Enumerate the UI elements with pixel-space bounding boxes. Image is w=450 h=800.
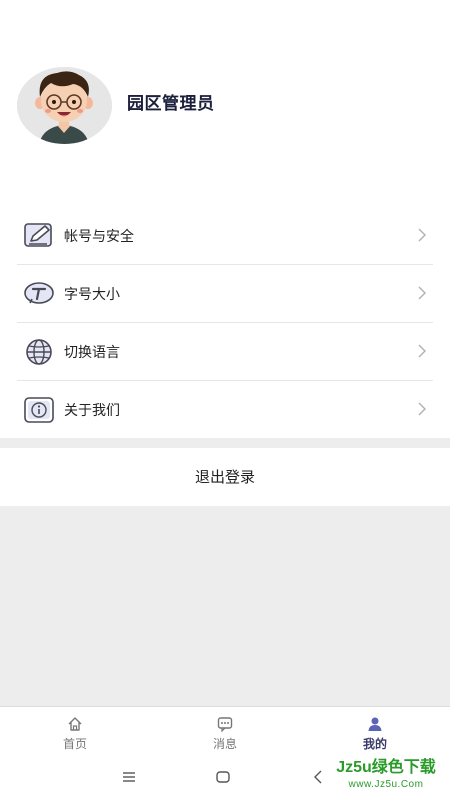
home-icon	[68, 717, 82, 731]
info-icon	[24, 397, 54, 423]
tab-messages[interactable]: 消息	[150, 707, 300, 756]
edit-icon	[24, 223, 52, 247]
menu-item-label: 帐号与安全	[64, 229, 134, 245]
logout-button[interactable]: 退出登录	[0, 448, 450, 506]
back-icon[interactable]	[311, 768, 325, 786]
chevron-right-icon	[418, 344, 426, 358]
chevron-right-icon	[418, 286, 426, 300]
font-size-icon	[24, 282, 54, 304]
message-icon	[217, 717, 233, 732]
menu-item-label: 字号大小	[64, 287, 120, 303]
menu-item-account-security[interactable]: 帐号与安全	[17, 207, 433, 265]
menu-item-label: 切换语言	[64, 345, 120, 361]
menu-icon[interactable]	[121, 768, 137, 786]
username: 园区管理员	[127, 94, 215, 114]
avatar[interactable]	[17, 67, 112, 144]
menu-item-language[interactable]: 切换语言	[17, 323, 433, 381]
tab-label: 首页	[62, 737, 87, 751]
bottom-tab-bar: 首页 消息 我的	[0, 706, 450, 756]
tab-mine[interactable]: 我的	[300, 707, 450, 756]
chevron-right-icon	[418, 402, 426, 416]
menu-item-about-us[interactable]: 关于我们	[17, 381, 433, 439]
tab-label: 消息	[212, 737, 237, 751]
watermark: Jz5u绿色下载 www.Jz5u.Com	[330, 758, 442, 796]
settings-menu: 帐号与安全 字号大小 切换语言 关于我们	[0, 207, 450, 439]
empty-area	[0, 506, 450, 706]
menu-item-label: 关于我们	[64, 403, 120, 419]
chevron-right-icon	[418, 228, 426, 242]
home-button-icon[interactable]	[215, 768, 231, 786]
profile-header: 园区管理员	[0, 0, 450, 205]
section-divider	[0, 438, 450, 448]
user-icon	[368, 717, 382, 731]
globe-icon	[26, 339, 52, 365]
watermark-title: Jz5u绿色下载	[336, 759, 436, 776]
tab-label: 我的	[362, 737, 387, 751]
menu-item-font-size[interactable]: 字号大小	[17, 265, 433, 323]
tab-home[interactable]: 首页	[0, 707, 150, 756]
watermark-url: www.Jz5u.Com	[348, 779, 424, 790]
